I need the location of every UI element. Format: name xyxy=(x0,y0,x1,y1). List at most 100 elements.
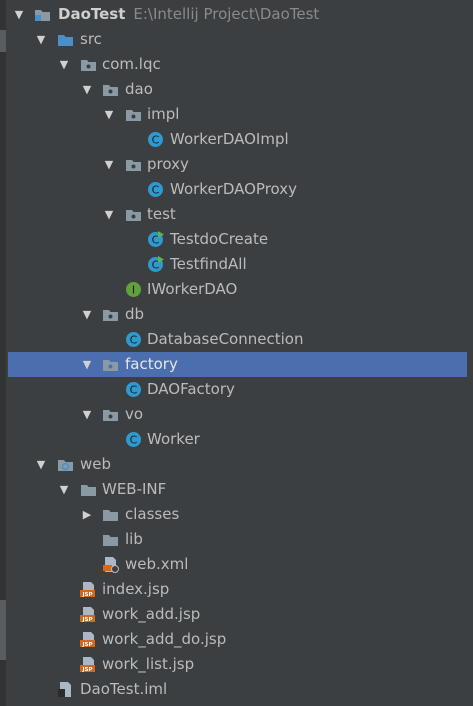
tree-node-label: TestdoCreate xyxy=(170,230,269,248)
chevron-down-icon[interactable]: ▼ xyxy=(102,102,116,127)
tree-node-project-root[interactable]: ▼ DaoTest E:\Intellij Project\DaoTest xyxy=(0,2,473,27)
runnable-class-icon: C xyxy=(147,231,164,248)
tree-node-class[interactable]: C DAOFactory xyxy=(0,377,473,402)
tree-node-label: work_add.jsp xyxy=(102,605,201,623)
tree-node-folder[interactable]: ▶ classes xyxy=(0,502,473,527)
class-icon-letter: C xyxy=(152,184,160,197)
tree-node-package[interactable]: ▼ proxy xyxy=(0,152,473,177)
jsp-file-icon: JSP xyxy=(80,581,97,598)
tree-node-runnable-class[interactable]: C TestdoCreate xyxy=(0,227,473,252)
chevron-down-icon[interactable]: ▼ xyxy=(102,202,116,227)
tree-node-label: DaoTest.iml xyxy=(80,680,168,698)
tree-node-folder[interactable]: lib xyxy=(0,527,473,552)
tree-node-folder[interactable]: ▼ WEB-INF xyxy=(0,477,473,502)
tree-node-package[interactable]: ▼ dao xyxy=(0,77,473,102)
tree-node-file[interactable]: JSP work_add.jsp xyxy=(0,602,473,627)
class-icon: C xyxy=(147,131,164,148)
jsp-file-icon: JSP xyxy=(80,606,97,623)
folder-icon xyxy=(80,481,97,498)
project-name: DaoTest E:\Intellij Project\DaoTest xyxy=(58,2,319,27)
chevron-down-icon[interactable]: ▼ xyxy=(80,77,94,102)
chevron-down-icon[interactable]: ▼ xyxy=(34,452,48,477)
tree-node-label: DatabaseConnection xyxy=(147,330,304,348)
runnable-class-icon: C xyxy=(147,256,164,273)
chevron-down-icon[interactable]: ▼ xyxy=(34,27,48,52)
package-icon xyxy=(125,156,142,173)
tree-node-runnable-class[interactable]: C TestfindAll xyxy=(0,252,473,277)
tree-node-package-selected[interactable]: ▼ factory xyxy=(8,352,467,377)
class-icon: C xyxy=(125,331,142,348)
tree-node-label: com.lqc xyxy=(102,55,161,73)
package-icon xyxy=(102,306,119,323)
tree-node-label: factory xyxy=(125,355,178,373)
chevron-down-icon[interactable]: ▼ xyxy=(57,477,71,502)
tree-node-label: vo xyxy=(125,405,144,423)
tree-node-label: work_list.jsp xyxy=(102,655,195,673)
chevron-down-icon[interactable]: ▼ xyxy=(80,402,94,427)
folder-icon xyxy=(102,531,119,548)
web-xml-file-icon xyxy=(102,556,119,573)
jsp-icon-text: JSP xyxy=(81,592,92,598)
project-module-icon xyxy=(34,6,51,23)
tree-node-class[interactable]: C Worker xyxy=(0,427,473,452)
tree-node-label: work_add_do.jsp xyxy=(102,630,227,648)
tree-node-package[interactable]: ▼ impl xyxy=(0,102,473,127)
class-icon: C xyxy=(125,431,142,448)
package-icon xyxy=(102,406,119,423)
tree-node-label: index.jsp xyxy=(102,580,170,598)
tree-node-label: DAOFactory xyxy=(147,380,235,398)
class-icon-letter: C xyxy=(130,334,138,347)
chevron-down-icon[interactable]: ▼ xyxy=(57,52,71,77)
jsp-file-icon: JSP xyxy=(80,631,97,648)
tree-node-web-folder[interactable]: ▼ web xyxy=(0,452,473,477)
tree-node-file[interactable]: DaoTest.iml xyxy=(0,677,473,702)
chevron-down-icon[interactable]: ▼ xyxy=(102,152,116,177)
interface-icon-letter: I xyxy=(132,284,135,297)
class-icon: C xyxy=(147,181,164,198)
chevron-down-icon[interactable]: ▼ xyxy=(80,352,94,377)
package-icon xyxy=(125,106,142,123)
tree-node-package[interactable]: ▼ vo xyxy=(0,402,473,427)
module-file-icon xyxy=(57,681,74,698)
tree-node-label: classes xyxy=(125,505,180,523)
tree-node-label: TestfindAll xyxy=(170,255,247,273)
tree-node-label: web.xml xyxy=(125,555,189,573)
tree-node-file[interactable]: web.xml xyxy=(0,552,473,577)
tree-node-label: web xyxy=(80,455,112,473)
source-folder-icon xyxy=(57,31,74,48)
class-icon-letter: C xyxy=(130,384,138,397)
tree-node-file[interactable]: JSP work_add_do.jsp xyxy=(0,627,473,652)
tree-node-file[interactable]: JSP index.jsp xyxy=(0,577,473,602)
tree-node-label: WorkerDAOImpl xyxy=(170,130,289,148)
tree-node-package[interactable]: ▼ test xyxy=(0,202,473,227)
tree-node-class[interactable]: C WorkerDAOImpl xyxy=(0,127,473,152)
package-icon xyxy=(102,356,119,373)
tree-node-label: src xyxy=(80,30,102,48)
package-icon xyxy=(80,56,97,73)
chevron-right-icon[interactable]: ▶ xyxy=(80,502,94,527)
tree-node-src[interactable]: ▼ src xyxy=(0,27,473,52)
tree-node-interface[interactable]: I IWorkerDAO xyxy=(0,277,473,302)
project-name-text: DaoTest xyxy=(58,5,126,23)
interface-icon: I xyxy=(125,281,142,298)
tree-node-class[interactable]: C WorkerDAOProxy xyxy=(0,177,473,202)
tree-node-package[interactable]: ▼ com.lqc xyxy=(0,52,473,77)
chevron-down-icon[interactable]: ▼ xyxy=(12,2,26,27)
tree-node-label: WEB-INF xyxy=(102,480,167,498)
jsp-icon-text: JSP xyxy=(81,667,92,673)
project-path: E:\Intellij Project\DaoTest xyxy=(133,5,320,23)
jsp-icon-text: JSP xyxy=(81,642,92,648)
tree-node-file[interactable]: JSP work_list.jsp xyxy=(0,652,473,677)
tree-node-package[interactable]: ▼ db xyxy=(0,302,473,327)
tree-node-label: proxy xyxy=(147,155,189,173)
class-icon-letter: C xyxy=(152,134,160,147)
web-folder-icon xyxy=(57,456,74,473)
chevron-down-icon[interactable]: ▼ xyxy=(80,302,94,327)
tree-node-label: Worker xyxy=(147,430,200,448)
class-icon: C xyxy=(125,381,142,398)
tree-node-class[interactable]: C DatabaseConnection xyxy=(0,327,473,352)
tree-node-label: impl xyxy=(147,105,180,123)
project-tree: ▼ DaoTest E:\Intellij Project\DaoTest ▼ s… xyxy=(0,2,473,702)
jsp-file-icon: JSP xyxy=(80,656,97,673)
tree-node-label: dao xyxy=(125,80,153,98)
